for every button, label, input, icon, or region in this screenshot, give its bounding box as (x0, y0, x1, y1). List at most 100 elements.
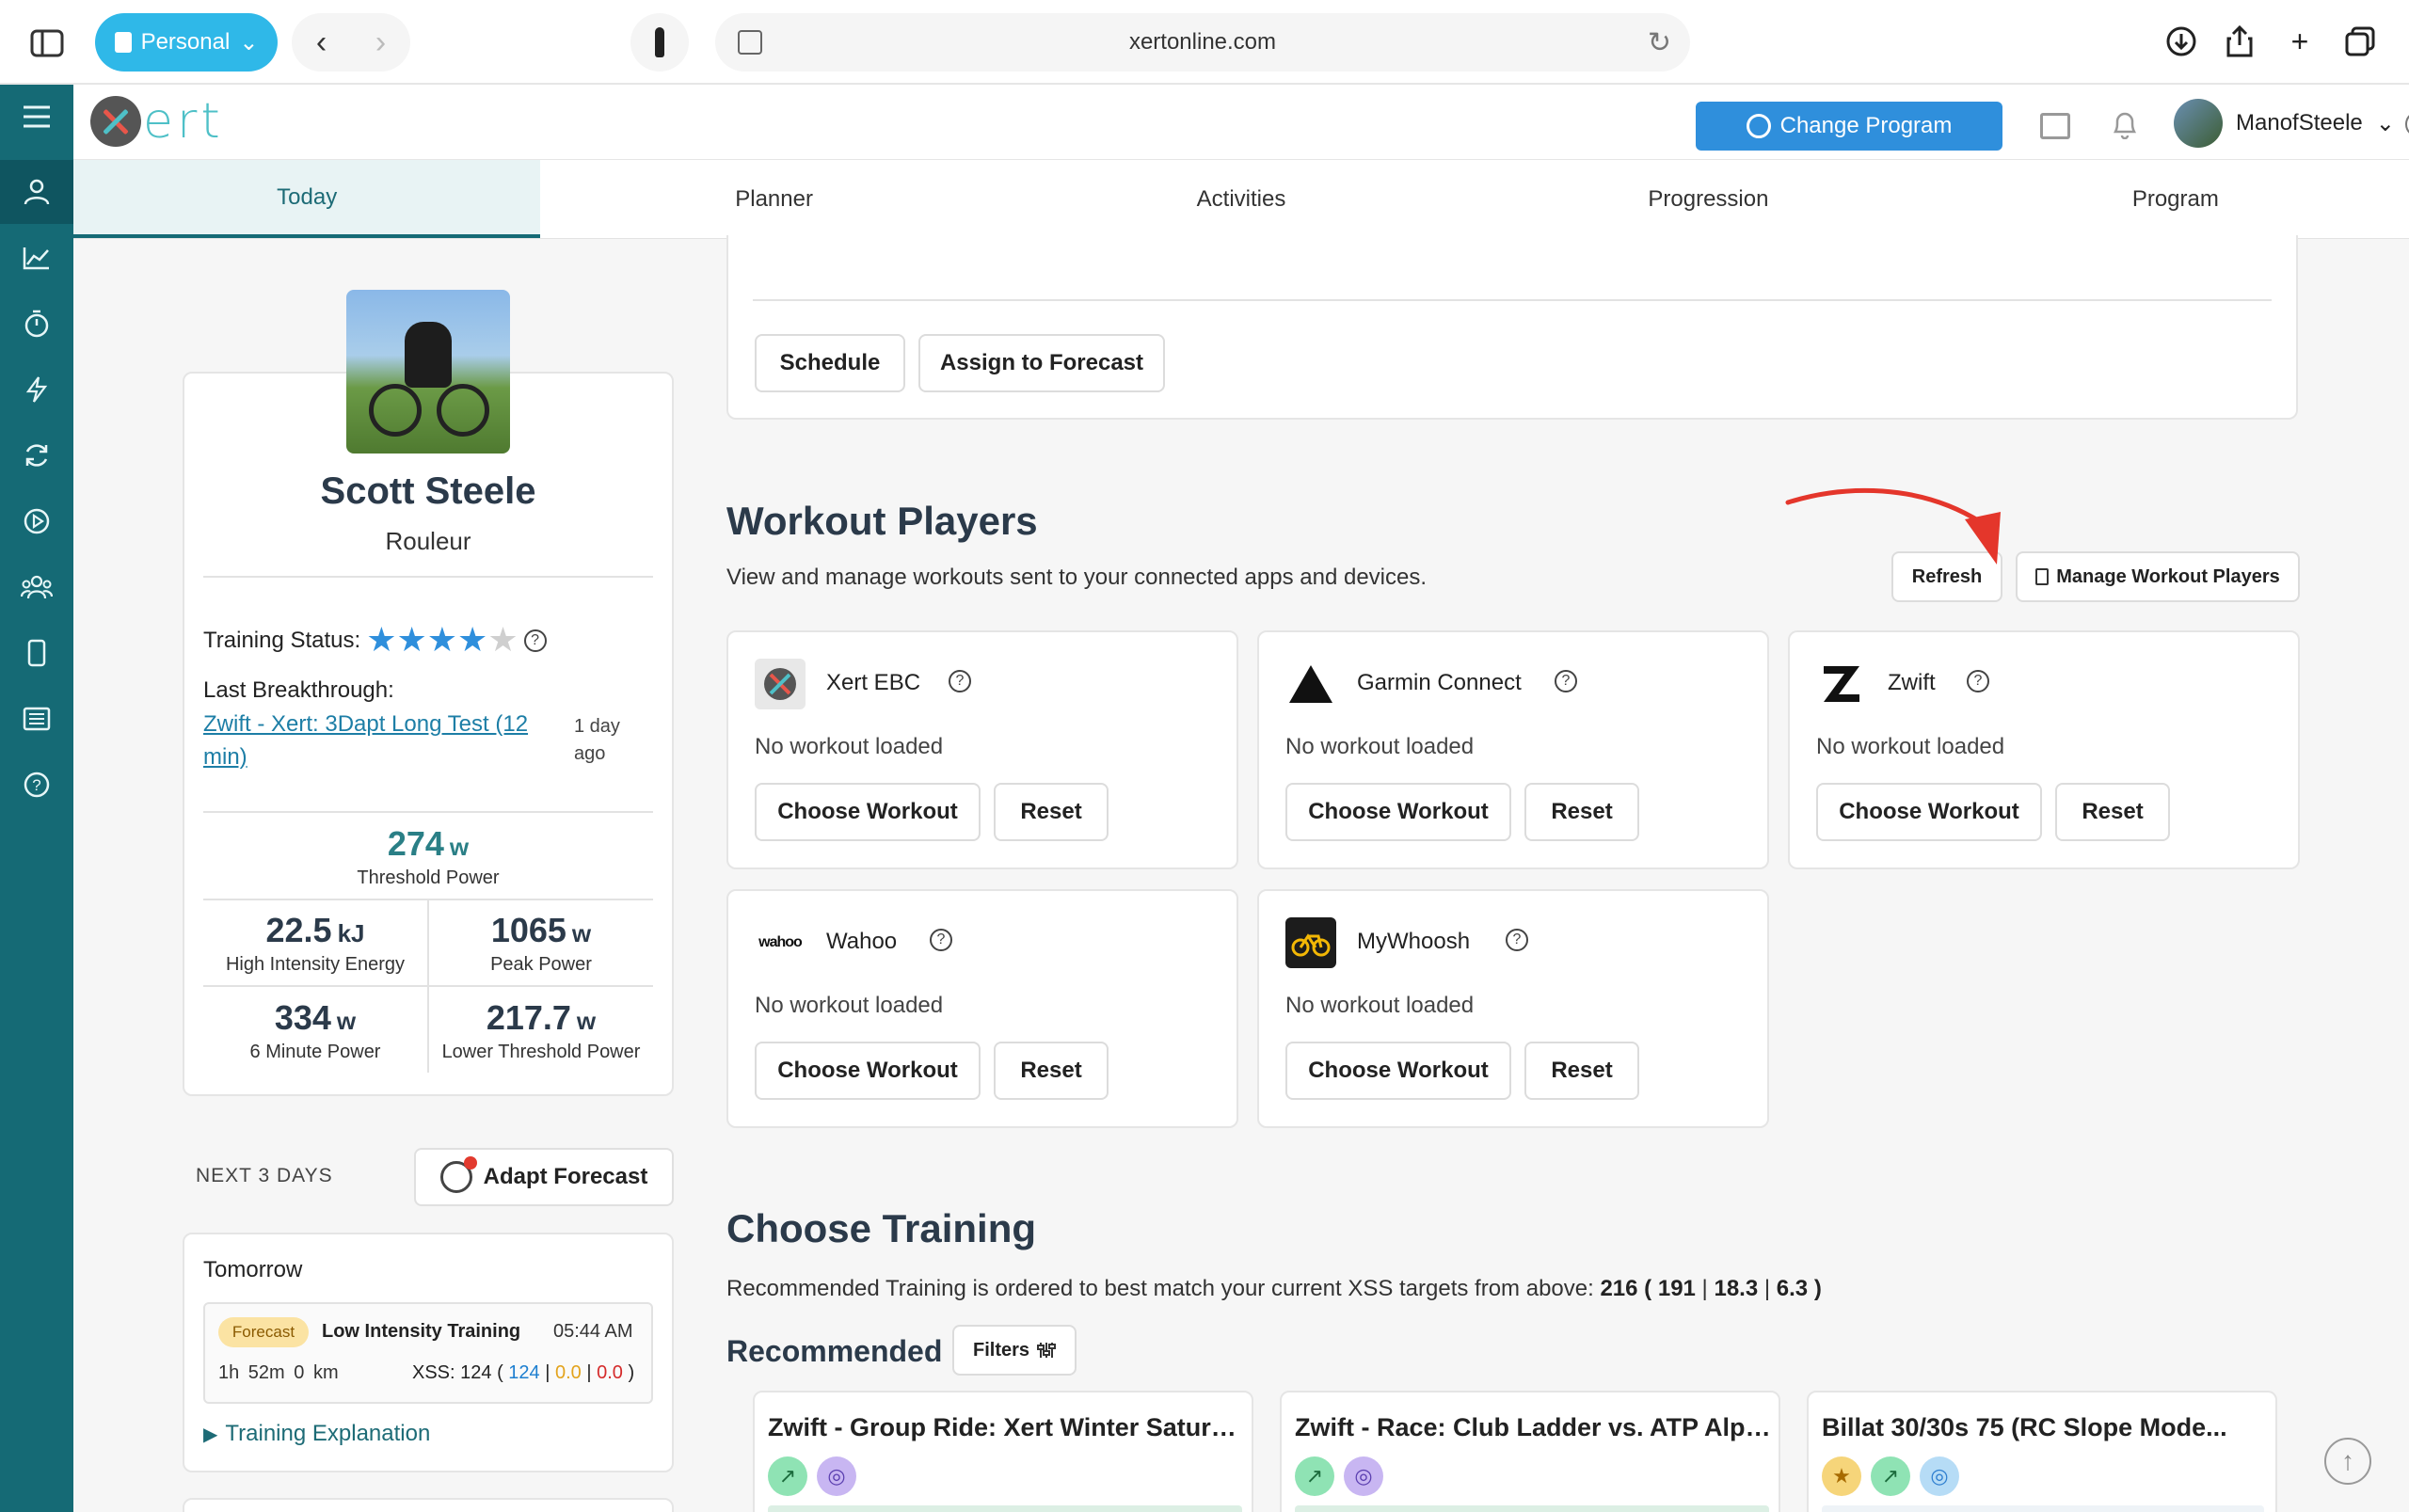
url-text: xertonline.com (1128, 29, 1277, 55)
bell-icon[interactable] (2112, 109, 2138, 147)
target-icon: ◎ (1920, 1456, 1959, 1496)
xert-logo-icon (755, 659, 806, 709)
annotation-arrow (1785, 487, 2001, 565)
share-icon[interactable] (2217, 19, 2262, 64)
divider (753, 299, 2272, 301)
change-program-button[interactable]: Change Program (1696, 102, 2002, 151)
svg-text:?: ? (32, 776, 40, 794)
training-status-label: Training Status: (203, 627, 361, 653)
news-icon[interactable] (0, 687, 73, 751)
profile-label: Personal (140, 29, 231, 55)
forecast-duration: 1h 52m (218, 1362, 285, 1383)
workout-preview (1295, 1505, 1769, 1512)
recommended-title: Recommended (726, 1334, 943, 1368)
star-filled-icon: ★ (366, 620, 397, 659)
six-minute-power-label: 6 Minute Power (249, 1042, 381, 1062)
adapt-forecast-button[interactable]: Adapt Forecast (414, 1148, 674, 1206)
ltp-value: 217.7 w (486, 998, 597, 1037)
address-bar[interactable]: xertonline.com ↻ (715, 13, 1690, 72)
reset-button[interactable]: Reset (994, 1042, 1109, 1100)
last-breakthrough-label: Last Breakthrough: (203, 677, 394, 703)
chart-icon[interactable] (0, 226, 73, 290)
player-status: No workout loaded (1816, 734, 2005, 759)
schedule-button[interactable]: Schedule (755, 334, 905, 392)
bolt-icon[interactable] (0, 358, 73, 422)
stopwatch-icon[interactable] (0, 292, 73, 356)
choose-workout-button[interactable]: Choose Workout (1816, 783, 2042, 841)
tab-activities[interactable]: Activities (1008, 160, 1475, 238)
download-icon[interactable] (2159, 19, 2204, 64)
last-breakthrough-link[interactable]: Zwift - Xert: 3Dapt Long Test (12 min) (203, 708, 551, 773)
filters-button[interactable]: Filters (952, 1325, 1077, 1376)
tab-planner[interactable]: Planner (540, 160, 1007, 238)
player-name: Zwift (1888, 670, 1936, 695)
menu-icon[interactable] (0, 85, 73, 149)
peak-power-value: 1065 w (490, 911, 592, 949)
choose-workout-button[interactable]: Choose Workout (1285, 1042, 1511, 1100)
help-icon[interactable]: ? (523, 629, 547, 652)
recommended-card-title: Zwift - Group Ride: Xert Winter Saturd..… (768, 1413, 1244, 1441)
add-circle-icon[interactable]: + (2405, 111, 2409, 137)
help-icon[interactable]: ? (949, 670, 971, 692)
user-menu[interactable]: ManofSteele ⌄ (2174, 98, 2395, 149)
sidebar-toggle-icon[interactable] (26, 24, 68, 62)
choose-workout-button[interactable]: Choose Workout (755, 783, 981, 841)
reset-button[interactable]: Reset (1524, 1042, 1639, 1100)
chevron-down-icon: ⌄ (2375, 110, 2395, 136)
choose-workout-button[interactable]: Choose Workout (1285, 783, 1511, 841)
sync-icon[interactable] (0, 423, 73, 487)
app-sidebar: ? (0, 85, 73, 1512)
recommended-card[interactable]: Billat 30/30s 75 (RC Slope Mode... ★ ↗ ◎ (1807, 1391, 2277, 1512)
tab-program[interactable]: Program (1942, 160, 2409, 238)
help-icon[interactable]: ? (1555, 670, 1577, 692)
recommended-card[interactable]: Zwift - Race: Club Ladder vs. ATP Alph..… (1280, 1391, 1780, 1512)
chevron-down-icon: ⌄ (239, 29, 259, 56)
player-status: No workout loaded (1285, 993, 1475, 1018)
back-icon[interactable]: ‹ (316, 24, 327, 61)
group-icon[interactable] (0, 555, 73, 619)
assign-to-forecast-button[interactable]: Assign to Forecast (918, 334, 1165, 392)
help-icon[interactable]: ? (930, 929, 952, 951)
reset-button[interactable]: Reset (994, 783, 1109, 841)
news-icon[interactable] (2040, 113, 2070, 139)
person-icon[interactable] (0, 160, 73, 224)
workout-focus-icons: ↗ ◎ (768, 1456, 856, 1496)
hie-label: High Intensity Energy (225, 954, 406, 975)
player-name: MyWhoosh (1357, 929, 1471, 954)
target-icon: ◎ (817, 1456, 856, 1496)
manage-workout-players-button[interactable]: Manage Workout Players (2016, 551, 2300, 602)
help-icon[interactable]: ? (0, 753, 73, 817)
player-card-zwift: Zwift ? No workout loaded Choose Workout… (1788, 630, 2300, 869)
xert-logo[interactable]: ert (90, 93, 224, 150)
reset-button[interactable]: Reset (2055, 783, 2170, 841)
recommended-card[interactable]: Zwift - Group Ride: Xert Winter Saturd..… (753, 1391, 1253, 1512)
trend-up-icon: ↗ (1871, 1456, 1910, 1496)
browser-profile-button[interactable]: Personal ⌄ (95, 13, 278, 72)
reader-icon[interactable] (738, 30, 762, 55)
play-icon[interactable] (0, 489, 73, 553)
phone-icon[interactable] (0, 621, 73, 685)
help-icon[interactable]: ? (1506, 929, 1528, 951)
forward-icon[interactable]: › (375, 24, 386, 61)
tab-progression[interactable]: Progression (1475, 160, 1941, 238)
trend-up-icon: ↗ (768, 1456, 807, 1496)
choose-workout-button[interactable]: Choose Workout (755, 1042, 981, 1100)
workout-players-title: Workout Players (726, 499, 1038, 543)
app-header: ert Change Program ManofSteele ⌄ + (73, 85, 2409, 160)
profile-badge-icon (114, 32, 132, 53)
new-tab-icon[interactable]: + (2277, 19, 2322, 64)
help-icon[interactable]: ? (1967, 670, 1989, 692)
reset-button[interactable]: Reset (1524, 783, 1639, 841)
extension-button[interactable] (630, 13, 689, 72)
avatar (2174, 99, 2223, 148)
star-empty-icon: ★ (487, 620, 518, 659)
divider (203, 811, 653, 813)
tabs-overview-icon[interactable] (2337, 19, 2383, 64)
last-breakthrough-time: 1 day ago (574, 716, 620, 764)
scroll-to-top-icon[interactable]: ↑ (2324, 1438, 2371, 1485)
tab-today[interactable]: Today (73, 160, 541, 238)
training-explanation-toggle[interactable]: ▶ Training Explanation (203, 1421, 430, 1447)
reload-icon[interactable]: ↻ (1648, 26, 1671, 59)
forecast-workout-title: Low Intensity Training (322, 1321, 521, 1342)
workout-preview (1822, 1505, 2264, 1512)
